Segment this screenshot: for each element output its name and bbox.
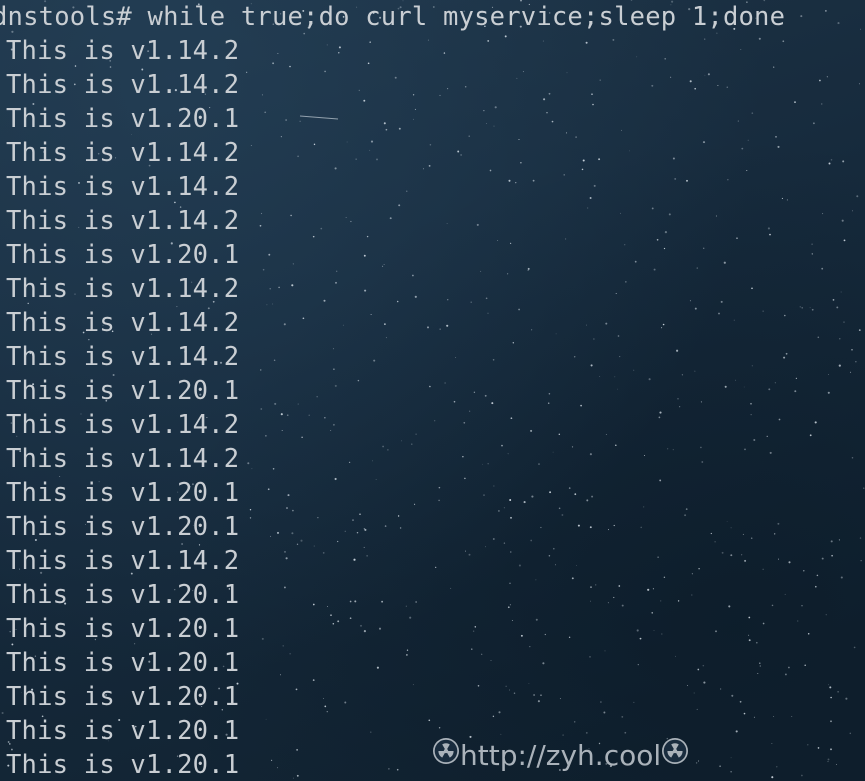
output-line: This is v1.20.1 — [6, 580, 240, 610]
output-line: This is v1.14.2 — [6, 308, 240, 338]
output-line: This is v1.20.1 — [6, 104, 240, 134]
output-line: This is v1.14.2 — [6, 70, 240, 100]
output-line: This is v1.20.1 — [6, 478, 240, 508]
output-line: This is v1.20.1 — [6, 614, 240, 644]
output-line: This is v1.14.2 — [6, 444, 240, 474]
output-line: This is v1.14.2 — [6, 206, 240, 236]
output-line: This is v1.14.2 — [6, 546, 240, 576]
output-line: This is v1.14.2 — [6, 342, 240, 372]
output-line: This is v1.14.2 — [6, 138, 240, 168]
terminal-window[interactable]: dnstools# while true;do curl myservice;s… — [0, 0, 865, 781]
output-line: This is v1.20.1 — [6, 716, 240, 746]
output-line: This is v1.14.2 — [6, 36, 240, 66]
output-line: This is v1.20.1 — [6, 648, 240, 678]
watermark: http://zyh.cool — [432, 737, 689, 774]
output-line: This is v1.14.2 — [6, 410, 240, 440]
watermark-text: http://zyh.cool — [460, 739, 662, 772]
command-prompt: dnstools# while true;do curl myservice;s… — [0, 2, 786, 32]
output-line: This is v1.20.1 — [6, 376, 240, 406]
output-line: This is v1.20.1 — [6, 240, 240, 270]
output-line: This is v1.20.1 — [6, 512, 240, 542]
output-line: This is v1.20.1 — [6, 682, 240, 712]
radiation-icon — [661, 737, 689, 774]
output-line: This is v1.14.2 — [6, 172, 240, 202]
output-line: This is v1.20.1 — [6, 750, 240, 780]
radiation-icon — [432, 737, 460, 774]
output-line: This is v1.14.2 — [6, 274, 240, 304]
